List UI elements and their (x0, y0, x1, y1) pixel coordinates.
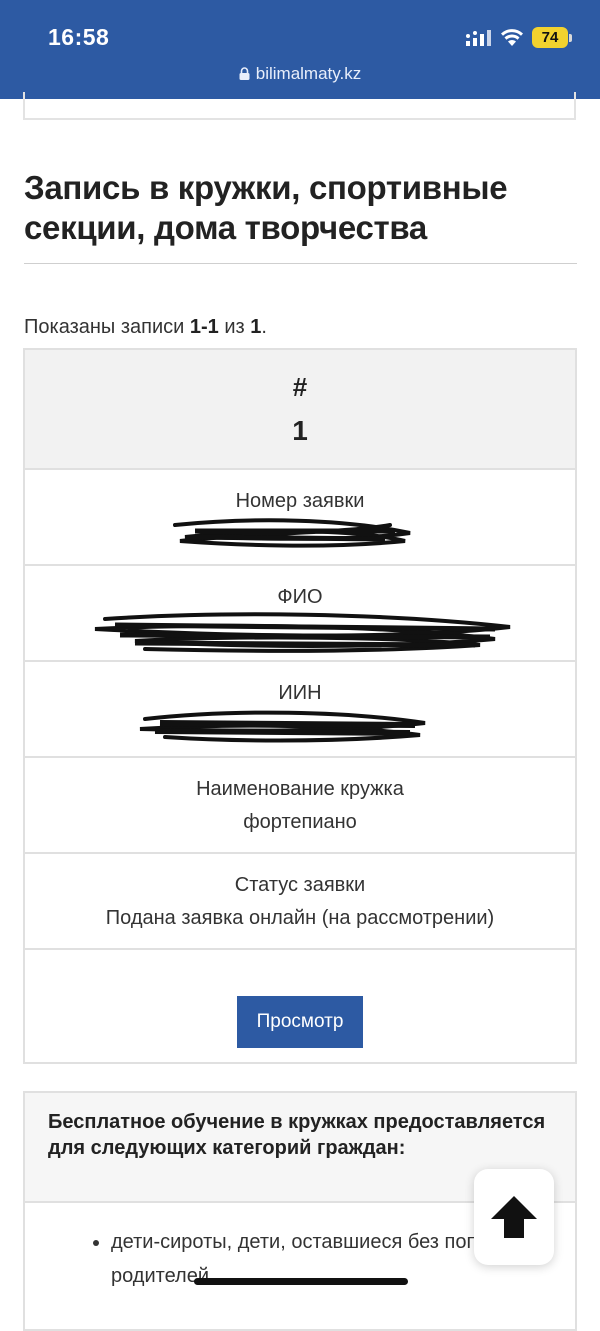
actions-cell: Просмотр (25, 950, 575, 1062)
title-divider (24, 263, 577, 264)
redaction-scribble (139, 710, 426, 743)
status-cell: Статус заявки Подана заявка онлайн (на р… (25, 854, 575, 950)
view-button[interactable]: Просмотр (236, 996, 364, 1048)
table-header-cell: # 1 (25, 350, 575, 470)
summary-range: 1-1 (189, 316, 219, 338)
summary-middle: из (218, 316, 251, 338)
wifi-icon (501, 29, 523, 46)
battery-tip (569, 34, 572, 42)
application-number-cell: Номер заявки (25, 470, 575, 566)
club-name-cell: Наименование кружка фортепиано (25, 758, 575, 854)
application-number-redacted (25, 518, 575, 548)
previous-card-edge (23, 92, 576, 120)
row-number: 1 (292, 415, 308, 446)
summary-total: 1 (250, 316, 262, 338)
column-number-header: # (292, 372, 308, 402)
status-label: Статус заявки (234, 874, 366, 896)
status-value: Подана заявка онлайн (на рассмотрении) (105, 907, 495, 929)
redaction-scribble (94, 612, 511, 653)
home-indicator (194, 1278, 408, 1285)
battery-indicator: 74 (532, 27, 568, 48)
redaction-scribble (173, 518, 411, 548)
address-bar[interactable]: bilimalmaty.kz (0, 64, 600, 84)
cellular-signal-icon (466, 30, 491, 46)
fio-cell: ФИО (25, 566, 575, 662)
iin-cell: ИИН (25, 662, 575, 758)
iin-redacted (25, 710, 575, 743)
scroll-to-top-button[interactable] (474, 1169, 554, 1265)
club-name-value: фортепиано (243, 811, 357, 833)
lock-icon (239, 67, 250, 80)
applications-table: # 1 Номер заявки ФИО ИИН Наименование кр… (23, 348, 577, 1064)
summary-suffix: . (261, 316, 267, 338)
records-summary: Показаны записи 1-1 из 1. (24, 316, 267, 339)
summary-prefix: Показаны записи (24, 316, 190, 338)
fio-redacted (25, 612, 575, 653)
browser-top-bar: 16:58 74 bilimalmaty.kz (0, 0, 600, 99)
page-title: Запись в кружки, спортивные секции, дома… (24, 169, 508, 246)
club-name-label: Наименование кружка (196, 778, 404, 800)
url-text: bilimalmaty.kz (255, 64, 362, 83)
arrow-up-icon (491, 1196, 537, 1238)
status-time: 16:58 (48, 24, 110, 50)
